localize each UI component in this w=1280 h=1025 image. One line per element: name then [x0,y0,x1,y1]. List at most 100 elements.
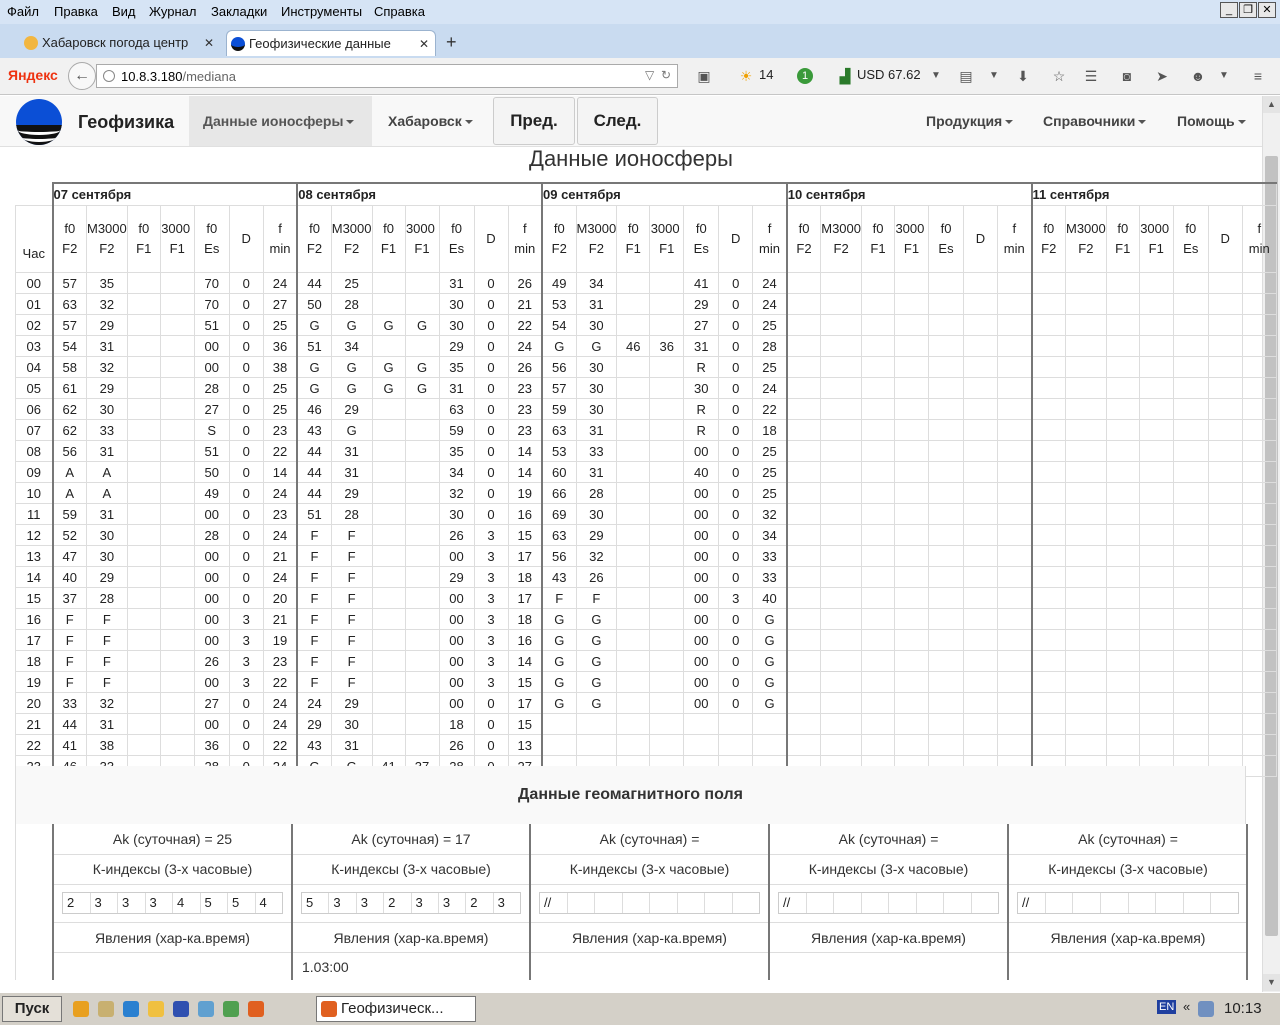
data-cell: 34 [330,335,373,357]
media-icon[interactable] [223,1001,239,1017]
geophysics-logo[interactable] [16,99,62,145]
chevron-down-icon[interactable]: ▼ [1216,68,1232,84]
data-cell: F [330,671,373,693]
taskbar-app-firefox[interactable]: Геофизическ... [316,996,476,1022]
firefox-icon[interactable] [248,1001,264,1017]
tab-weather[interactable]: Хабаровск погода центр ✕ [20,30,220,56]
menu-edit[interactable]: Правка [54,4,98,19]
close-tab-icon[interactable]: ✕ [204,30,214,56]
save-icon[interactable] [173,1001,189,1017]
notification-badge[interactable]: 1 [797,68,813,84]
data-cell [1172,272,1209,294]
menu-history[interactable]: Журнал [149,4,196,19]
restore-button[interactable]: ❐ [1239,2,1257,18]
data-cell: 25 [752,356,788,378]
chart-icon[interactable]: ▟ [837,68,853,84]
folder-icon[interactable] [148,1001,164,1017]
close-window-button[interactable]: ✕ [1258,2,1276,18]
data-cell: 3 [473,671,509,693]
menu-view[interactable]: Вид [112,4,136,19]
data-cell [997,524,1032,546]
data-cell: 00 [683,650,720,672]
minimize-button[interactable]: _ [1220,2,1238,18]
data-cell [371,629,406,651]
data-cell: F [86,650,128,672]
download-icon[interactable]: ⬇ [1015,68,1031,84]
menu-tools[interactable]: Инструменты [281,4,362,19]
weather-value[interactable]: 14 [759,67,773,82]
scroll-up-icon[interactable]: ▲ [1263,96,1280,113]
data-cell [1172,356,1209,378]
page-info-icon[interactable] [103,70,115,82]
tray-network-icon[interactable] [1198,1001,1214,1017]
tray-expand-icon[interactable]: « [1183,999,1190,1014]
k-index-label: К-индексы (3-х часовые) [569,861,730,877]
screenshot-icon[interactable]: ▣ [696,68,712,84]
data-cell [126,692,161,714]
reload-icon[interactable]: ↻ [661,68,671,82]
data-cell [785,377,822,399]
next-button[interactable]: След. [577,97,658,145]
menu-bookmarks[interactable]: Закладки [211,4,267,19]
new-tab-icon[interactable]: + [446,32,457,53]
yandex-logo[interactable]: Яндекс [8,67,58,83]
briefcase-icon[interactable]: ▤ [958,68,974,84]
data-cell [928,545,964,567]
data-cell: 0 [718,419,754,441]
language-indicator[interactable]: EN [1157,1000,1177,1014]
quicklaunch-icon[interactable] [73,1001,89,1017]
nav-products-dropdown[interactable]: Продукция [912,96,1028,146]
nav-ionosphere-dropdown[interactable]: Данные ионосферы [189,96,372,146]
back-button[interactable]: ← [68,62,96,90]
smiley-icon[interactable]: ☻ [1190,68,1206,84]
k-index-box: // [778,892,999,914]
quicklaunch-icon[interactable] [98,1001,114,1017]
dropdown-arrow-icon[interactable]: ▽ [645,68,654,82]
data-cell [159,314,195,336]
scroll-down-icon[interactable]: ▼ [1263,974,1280,991]
data-cell: R [683,398,720,420]
hour-cell: 08 [15,440,53,462]
data-cell [997,650,1032,672]
data-cell: 00 [193,671,230,693]
close-tab-icon[interactable]: ✕ [419,31,429,57]
sun-icon[interactable]: ☀ [738,68,754,84]
tab-geophysics[interactable]: Геофизические данные ✕ [226,30,436,56]
data-cell [997,419,1032,441]
chevron-down-icon[interactable]: ▼ [928,68,944,84]
data-cell: F [296,671,332,693]
chevron-down-icon[interactable]: ▼ [986,68,1002,84]
browser-menubar: Файл Правка Вид Журнал Закладки Инструме… [0,0,1280,24]
nav-city-dropdown[interactable]: Хабаровск [374,96,490,146]
url-bar[interactable]: 10.8.3.180/mediana ▽ ↻ [96,64,678,88]
data-cell: 3 [228,671,264,693]
nav-help-dropdown[interactable]: Помощь [1163,96,1261,146]
data-cell [404,482,440,504]
data-cell: 18 [752,419,788,441]
pocket-icon[interactable]: ◙ [1119,68,1135,84]
hamburger-menu-icon[interactable]: ≡ [1250,68,1266,84]
brand-title[interactable]: Геофизика [78,112,174,133]
data-cell: 38 [262,356,298,378]
nav-references-dropdown[interactable]: Справочники [1029,96,1161,146]
menu-file[interactable]: Файл [7,4,39,19]
data-cell [997,314,1032,336]
data-cell [997,566,1032,588]
data-cell: 17 [507,692,543,714]
prev-button[interactable]: Пред. [493,97,575,145]
data-cell [126,377,161,399]
data-cell [997,629,1032,651]
k-index-value [1073,893,1101,913]
bookmark-star-icon[interactable]: ☆ [1051,68,1067,84]
geophysics-favicon-icon [231,37,245,51]
network-icon[interactable] [198,1001,214,1017]
ie-icon[interactable] [123,1001,139,1017]
currency-value[interactable]: USD 67.62 [857,67,921,82]
data-cell [683,734,720,756]
start-button[interactable]: Пуск [2,996,62,1022]
reading-list-icon[interactable]: ☰ [1083,68,1099,84]
send-icon[interactable]: ➤ [1154,68,1170,84]
menu-help[interactable]: Справка [374,4,425,19]
data-cell: 59 [51,503,87,525]
data-cell: A [51,461,87,483]
